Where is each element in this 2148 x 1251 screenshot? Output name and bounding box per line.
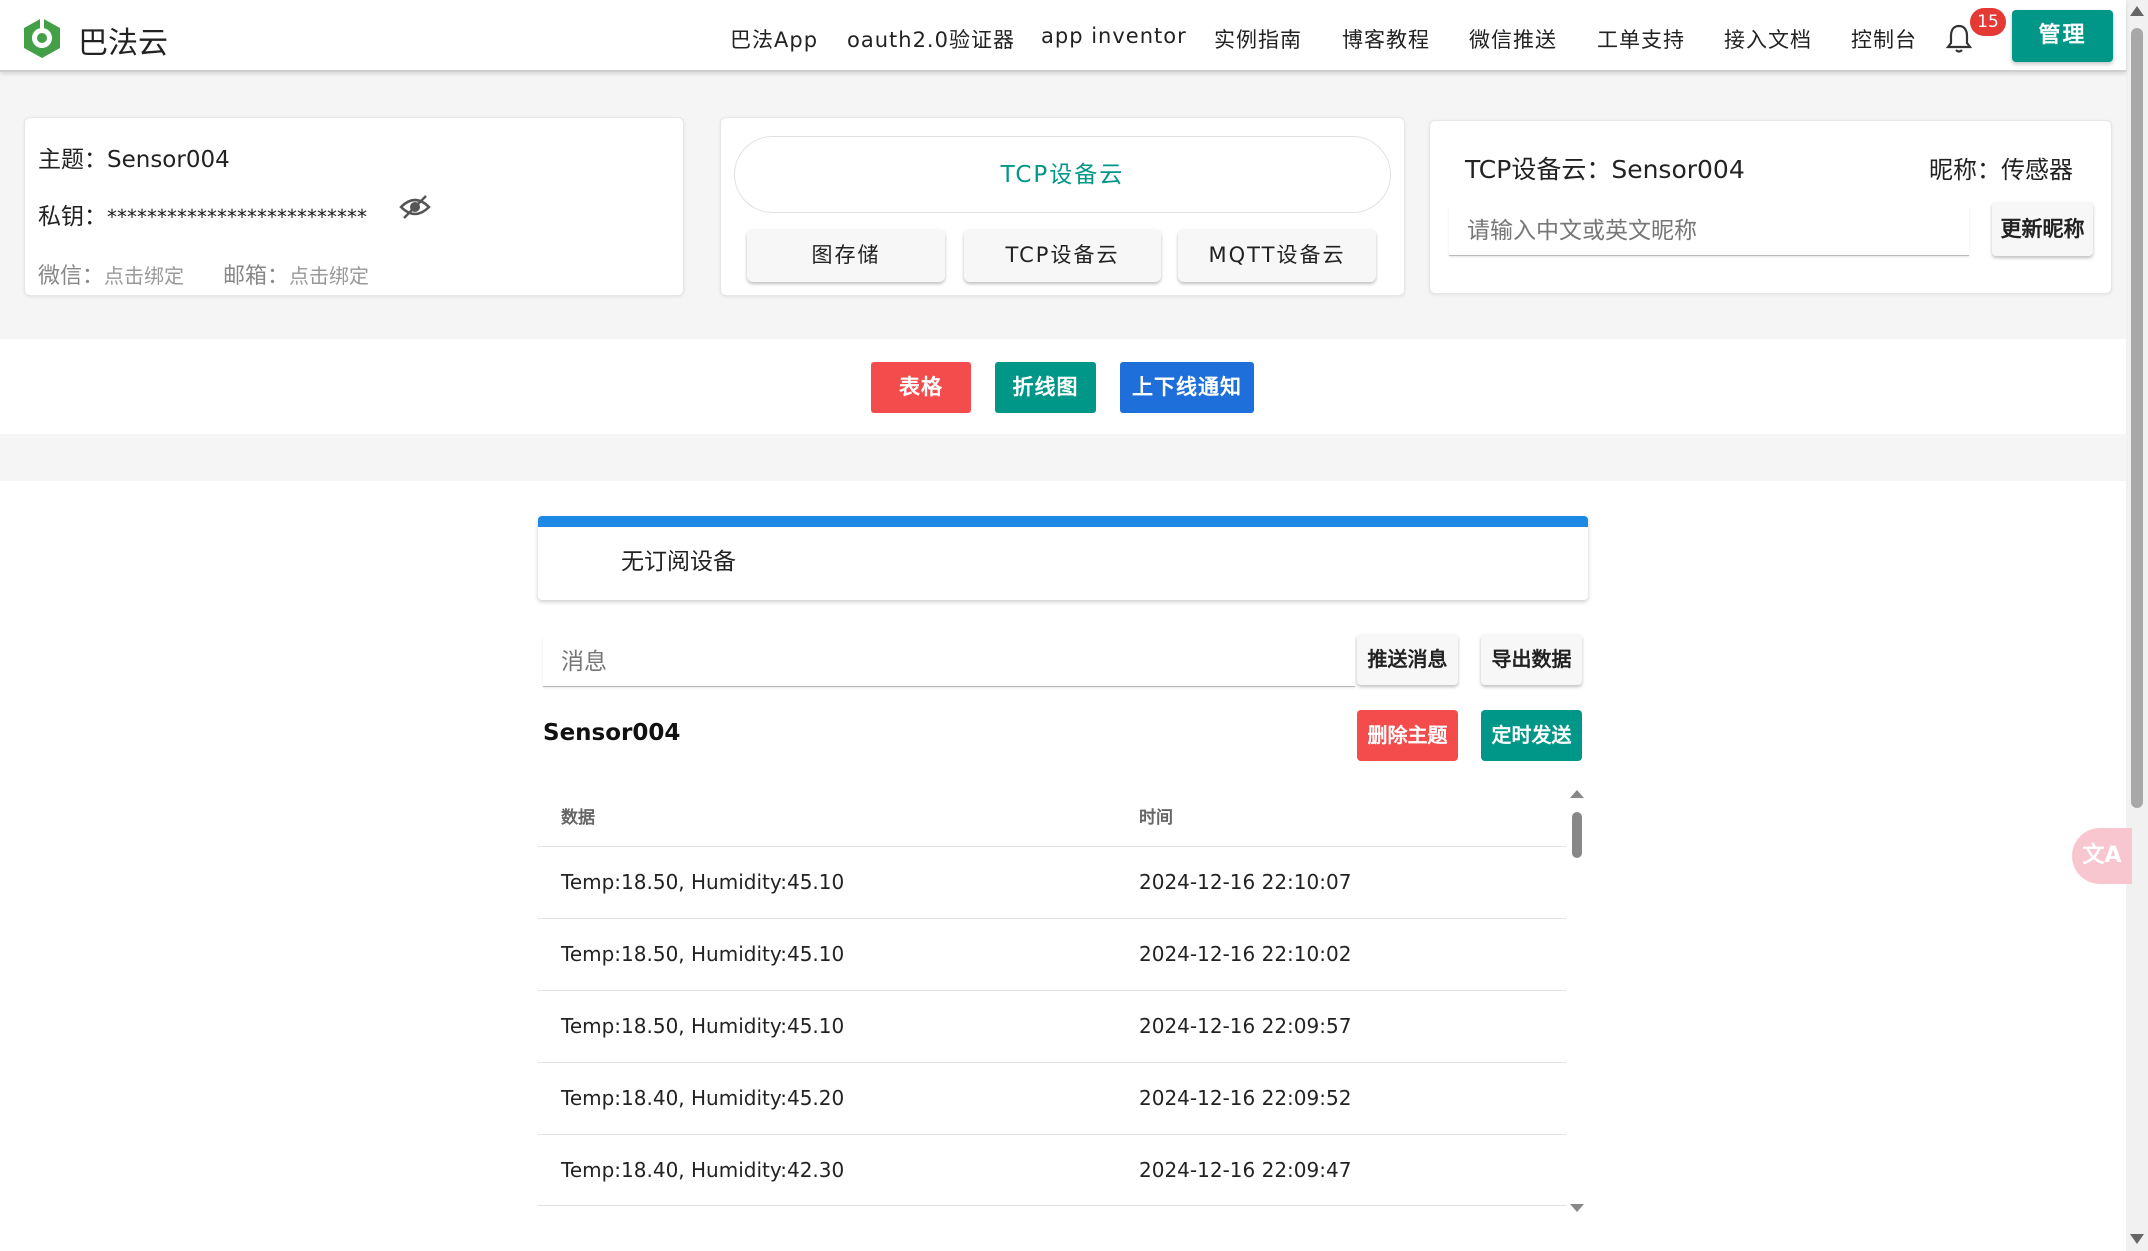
secret-key-row: 私钥：************************** [38, 197, 367, 231]
table-scrollbar[interactable] [1566, 786, 1588, 1216]
topic-name: Sensor004 [543, 720, 681, 746]
cell-time: 2024-12-16 22:09:47 [1139, 1158, 1352, 1182]
cell-time: 2024-12-16 22:09:52 [1139, 1086, 1352, 1110]
eye-off-icon[interactable] [399, 193, 431, 221]
topic-value: Sensor004 [107, 147, 230, 173]
bafa-logo-icon[interactable] [20, 16, 64, 60]
top-nav-bar: 巴法云 巴法App oauth2.0验证器 app inventor 实例指南 … [0, 0, 2126, 72]
column-header-data: 数据 [561, 808, 595, 828]
secret-key-label: 私钥： [38, 204, 107, 230]
image-storage-button[interactable]: 图存储 [747, 229, 945, 282]
tab-online-notify[interactable]: 上下线通知 [1120, 362, 1254, 413]
tab-line-chart[interactable]: 折线图 [995, 362, 1096, 413]
table-row: Temp:18.50, Humidity:45.10 2024-12-16 22… [538, 918, 1566, 990]
email-bind-link[interactable]: 点击绑定 [289, 264, 369, 288]
topic-label: 主题： [38, 147, 107, 173]
mqtt-cloud-button[interactable]: MQTT设备云 [1178, 229, 1376, 282]
section-divider [0, 434, 2126, 481]
cell-data: Temp:18.50, Humidity:45.10 [561, 942, 845, 966]
nickname-input[interactable]: 请输入中文或英文昵称 [1449, 206, 1969, 256]
nav-app-inventor[interactable]: app inventor [1041, 24, 1187, 52]
device-cloud-title: TCP设备云：Sensor004 [1465, 155, 1745, 184]
table-row: Temp:18.50, Humidity:45.10 2024-12-16 22… [538, 990, 1566, 1062]
tcp-cloud-title: TCP设备云 [734, 136, 1391, 213]
nav-examples[interactable]: 实例指南 [1214, 24, 1302, 52]
column-header-time: 时间 [1139, 808, 1173, 828]
table-row: Temp:18.50, Humidity:45.10 2024-12-16 22… [538, 846, 1566, 918]
export-data-button[interactable]: 导出数据 [1481, 634, 1582, 685]
push-message-button[interactable]: 推送消息 [1357, 634, 1458, 685]
tcp-cloud-button[interactable]: TCP设备云 [964, 229, 1161, 282]
nav-bafa-app[interactable]: 巴法App [730, 24, 818, 52]
nickname-display: 昵称：传感器 [1929, 156, 2073, 184]
topic-row: 主题：Sensor004 [38, 140, 230, 174]
table-row: Temp:18.40, Humidity:45.20 2024-12-16 22… [538, 1062, 1566, 1134]
email-label: 邮箱： [223, 264, 290, 289]
cell-data: Temp:18.50, Humidity:45.10 [561, 870, 845, 894]
nav-ticket-support[interactable]: 工单支持 [1597, 24, 1685, 52]
nav-oauth[interactable]: oauth2.0验证器 [847, 24, 1015, 52]
cell-time: 2024-12-16 22:10:02 [1139, 942, 1352, 966]
page-scrollbar[interactable] [2126, 0, 2148, 1251]
tab-table[interactable]: 表格 [871, 362, 971, 413]
update-nickname-button[interactable]: 更新昵称 [1992, 202, 2093, 256]
message-input[interactable]: 消息 [543, 637, 1355, 687]
no-subscription-text: 无订阅设备 [621, 549, 736, 575]
cell-time: 2024-12-16 22:09:57 [1139, 1014, 1352, 1038]
notification-badge: 15 [1970, 8, 2006, 36]
wechat-label: 微信： [38, 264, 105, 289]
nav-console[interactable]: 控制台 [1851, 24, 1917, 52]
manage-button[interactable]: 管理 [2012, 10, 2113, 62]
cell-time: 2024-12-16 22:10:07 [1139, 870, 1352, 894]
bell-icon[interactable] [1944, 22, 1974, 54]
nav-docs[interactable]: 接入文档 [1724, 24, 1812, 52]
wechat-bind-row: 微信：点击绑定 [38, 258, 184, 290]
cell-data: Temp:18.40, Humidity:42.30 [561, 1158, 845, 1182]
email-bind-row: 邮箱：点击绑定 [223, 258, 369, 290]
nav-blog[interactable]: 博客教程 [1342, 24, 1430, 52]
secret-key-value: ************************** [107, 205, 367, 229]
cell-data: Temp:18.40, Humidity:45.20 [561, 1086, 845, 1110]
nav-wechat-push[interactable]: 微信推送 [1469, 24, 1557, 52]
delete-topic-button[interactable]: 删除主题 [1357, 710, 1458, 761]
translate-button[interactable]: 文A [2072, 828, 2132, 884]
wechat-bind-link[interactable]: 点击绑定 [104, 264, 184, 288]
table-row: Temp:18.40, Humidity:42.30 2024-12-16 22… [538, 1134, 1566, 1206]
brand-name[interactable]: 巴法云 [78, 18, 168, 62]
cell-data: Temp:18.50, Humidity:45.10 [561, 1014, 845, 1038]
schedule-send-button[interactable]: 定时发送 [1481, 710, 1582, 761]
